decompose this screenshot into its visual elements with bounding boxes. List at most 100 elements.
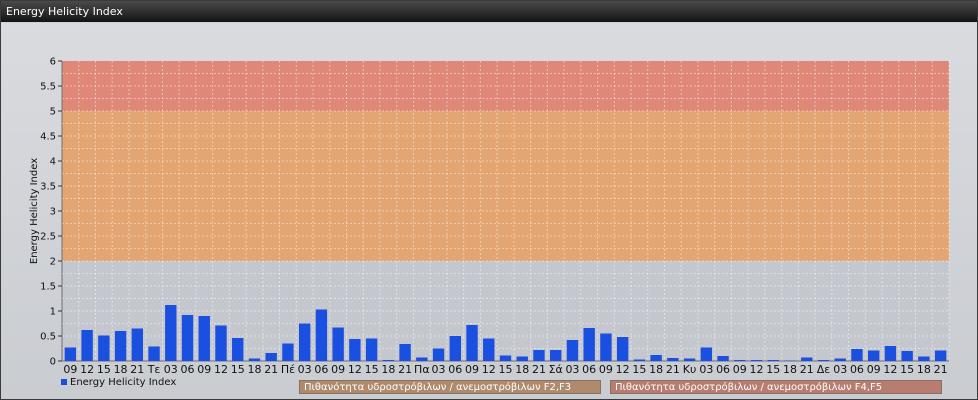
x-tick-label: 03 — [699, 363, 713, 376]
bar-21-52 — [934, 350, 947, 361]
bar-21-44 — [801, 357, 813, 361]
y-tick-label: 1 — [50, 307, 56, 318]
x-tick-label: Πα — [414, 363, 430, 376]
bar-15-34 — [633, 359, 646, 361]
x-tick-label: 06 — [314, 363, 328, 376]
bar-12-41 — [750, 360, 763, 361]
window-title: Energy Helicity Index — [6, 5, 123, 18]
x-tick-label: 06 — [716, 363, 730, 376]
bar-09-48 — [867, 350, 880, 361]
x-tick-label: 15 — [365, 363, 379, 376]
bar-Σά-29 — [550, 350, 562, 361]
y-tick-label: 5.5 — [40, 82, 56, 93]
x-tick-label: 18 — [247, 363, 261, 376]
bar-18-43 — [784, 360, 796, 361]
bar-03-14 — [298, 323, 311, 361]
bar-03-22 — [432, 348, 445, 361]
x-tick-label: 15 — [97, 363, 111, 376]
x-tick-label: 15 — [900, 363, 914, 376]
x-tick-label: 21 — [934, 363, 948, 376]
bar-Δε-45 — [817, 360, 830, 361]
bar-09-40 — [734, 360, 746, 361]
x-tick-label: 06 — [181, 363, 195, 376]
x-tick-label: 09 — [331, 363, 345, 376]
x-tick-label: 03 — [164, 363, 178, 376]
x-tick-label: 09 — [599, 363, 613, 376]
x-tick-label: 15 — [766, 363, 780, 376]
bar-18-3 — [114, 331, 127, 361]
bar-21-4 — [131, 328, 144, 361]
y-tick-label: 6 — [50, 57, 56, 68]
bar-12-9 — [215, 325, 227, 361]
bar-06-47 — [851, 349, 863, 361]
x-tick-label: 03 — [298, 363, 312, 376]
y-tick-label: 5 — [50, 107, 56, 118]
x-tick-label: 09 — [197, 363, 211, 376]
bar-21-36 — [667, 358, 679, 361]
x-tick-label: Τε — [147, 363, 161, 376]
bar-18-19 — [382, 360, 395, 361]
chart-area: 0 0.5 1 1.5 2 2.5 3 3.5 4 4.5 5 5.5 6 Energy Helicity… — [1, 23, 977, 399]
x-tick-label: Σά — [549, 363, 563, 376]
bar-18-51 — [918, 356, 930, 361]
x-tick-label: 18 — [515, 363, 529, 376]
bar-12-25 — [483, 338, 495, 361]
bar-12-33 — [616, 337, 629, 361]
x-tick-label: 21 — [532, 363, 546, 376]
x-tick-label: 12 — [482, 363, 496, 376]
bar-Κυ-37 — [683, 358, 696, 361]
bar-06-31 — [583, 328, 595, 361]
x-tick-label: 12 — [616, 363, 630, 376]
x-tick-label: 18 — [381, 363, 395, 376]
bar-21-28 — [533, 350, 545, 361]
y-tick-label: 4 — [50, 157, 56, 168]
y-tick-label: 0.5 — [40, 332, 56, 343]
y-tick-label: 4.5 — [40, 132, 56, 143]
x-tick-label: 03 — [565, 363, 579, 376]
x-tick-label: 15 — [632, 363, 646, 376]
bar-Πα-21 — [416, 357, 428, 361]
y-tick-label: 3.5 — [40, 182, 56, 193]
bar-chart: 0 0.5 1 1.5 2 2.5 3 3.5 4 4.5 5 5.5 6 Energy Helicity… — [29, 57, 950, 388]
band-legend-f2-f3: Πιθανότητα υδροστρόβιλων / ανεμοστρόβιλω… — [299, 380, 601, 394]
x-tick-label: 12 — [214, 363, 228, 376]
bar-15-50 — [901, 351, 913, 361]
bar-15-18 — [365, 338, 378, 361]
x-tick-label: 18 — [649, 363, 663, 376]
bar-Τε-5 — [148, 346, 160, 361]
bar-03-30 — [566, 340, 579, 361]
legend-label: Energy Helicity Index — [70, 377, 176, 388]
bar-15-10 — [232, 338, 244, 361]
bar-12-49 — [884, 346, 897, 361]
x-tick-label: Δε — [817, 363, 831, 376]
x-tick-label: 12 — [750, 363, 764, 376]
bar-03-46 — [834, 358, 846, 361]
x-tick-label: Κυ — [683, 363, 697, 376]
x-tick-label: 09 — [733, 363, 747, 376]
bar-09-32 — [600, 333, 612, 361]
x-tick-label: 12 — [883, 363, 897, 376]
x-tick-label: 21 — [130, 363, 144, 376]
bar-09-0 — [64, 347, 77, 361]
x-tick-label: 21 — [264, 363, 278, 376]
x-tick-label: 18 — [917, 363, 931, 376]
legend-marker — [61, 379, 67, 385]
x-tick-label: 03 — [833, 363, 847, 376]
bar-15-42 — [767, 360, 779, 361]
chart-window: Energy Helicity Index 0 0.5 1 1.5 2 2.5 3 3.5 4 4… — [0, 0, 978, 400]
bar-06-23 — [449, 336, 461, 361]
bar-06-15 — [315, 309, 328, 361]
x-tick-label: 09 — [63, 363, 77, 376]
bar-09-24 — [466, 325, 478, 361]
x-tick-label: 15 — [231, 363, 245, 376]
y-axis-label: Energy Helicity Index — [29, 158, 40, 264]
x-tick-label: 06 — [850, 363, 864, 376]
x-tick-label: 21 — [800, 363, 814, 376]
bar-21-12 — [265, 353, 277, 361]
bar-06-7 — [181, 315, 194, 361]
bar-09-8 — [198, 316, 210, 361]
band-legend-f4-f5: Πιθανότητα υδροστρόβιλων / ανεμοστρόβιλω… — [610, 380, 942, 394]
bar-06-39 — [717, 356, 729, 361]
y-tick-label: 3 — [50, 207, 56, 218]
title-bar: Energy Helicity Index — [1, 1, 977, 22]
